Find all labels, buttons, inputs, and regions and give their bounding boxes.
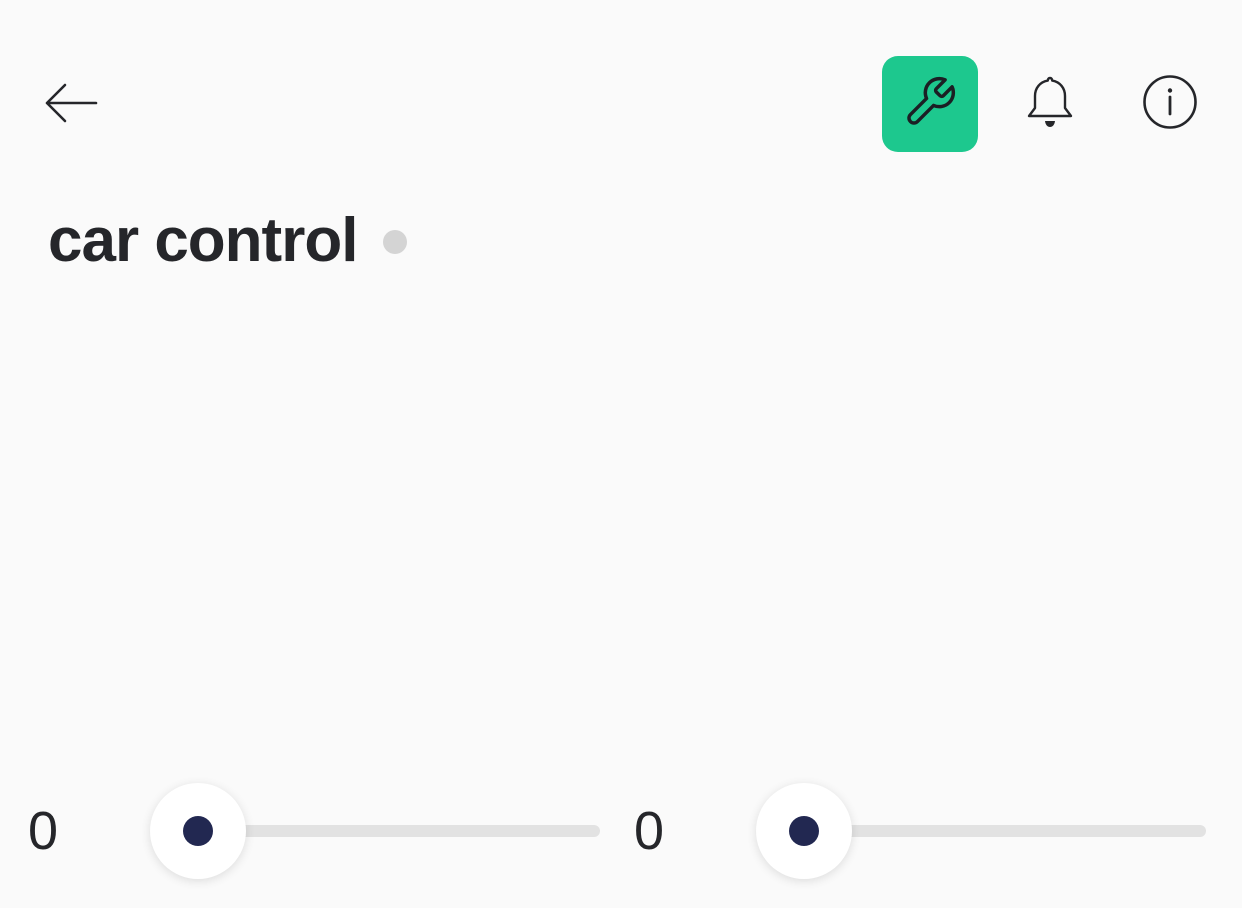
info-button[interactable] (1138, 72, 1202, 136)
bell-icon (1024, 74, 1076, 135)
arrow-left-icon (44, 83, 98, 128)
right-slider-thumb-dot (789, 816, 819, 846)
right-slider-thumb[interactable] (756, 783, 852, 879)
wrench-icon (902, 74, 958, 135)
page-title: car control (48, 205, 358, 275)
back-button[interactable] (40, 78, 102, 132)
tool-button[interactable] (882, 56, 978, 152)
status-dot (383, 230, 408, 254)
left-slider-thumb[interactable] (150, 783, 246, 879)
notifications-button[interactable] (1018, 72, 1082, 136)
left-slider-thumb-dot (183, 816, 213, 846)
right-slider-value: 0 (634, 801, 665, 861)
left-slider-value: 0 (28, 801, 59, 861)
left-slider[interactable] (150, 782, 600, 880)
right-slider[interactable] (756, 782, 1206, 880)
info-circle-icon (1142, 74, 1198, 135)
title-row: car control (48, 200, 408, 280)
